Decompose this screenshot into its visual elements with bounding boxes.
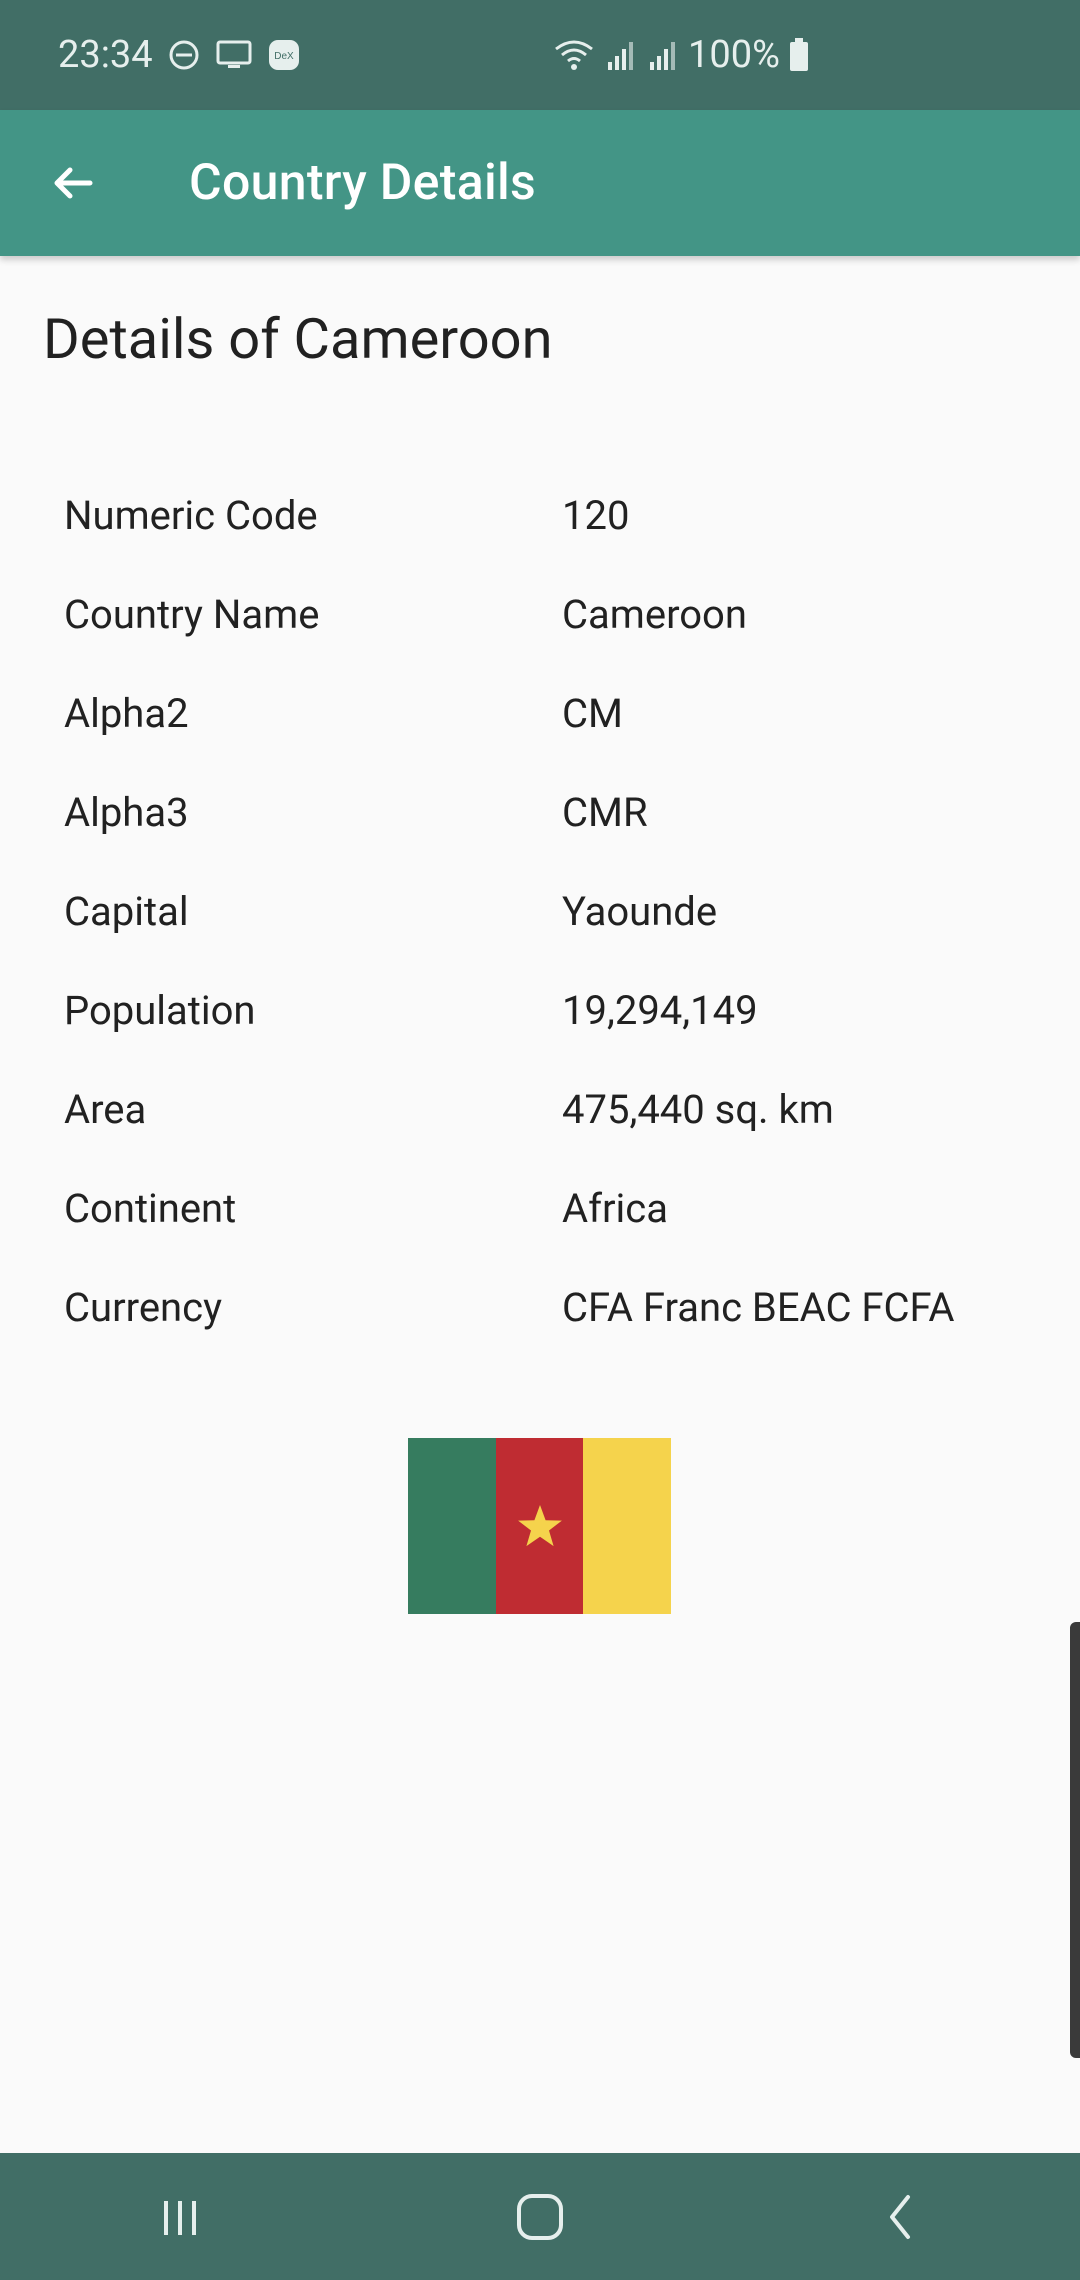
detail-value: CMR [562, 789, 648, 836]
detail-value: 475,440 sq. km [562, 1086, 834, 1133]
detail-row-currency: Currency CFA Franc BEAC FCFA [64, 1258, 1044, 1357]
detail-value: Africa [562, 1185, 668, 1232]
status-bar: 23:34 DeX 100% [0, 0, 1080, 110]
arrow-back-icon [54, 167, 93, 199]
country-flag [408, 1438, 672, 1614]
status-left: 23:34 DeX [58, 0, 301, 110]
detail-label: Capital [64, 888, 189, 935]
detail-value: CFA Franc BEAC FCFA [562, 1284, 955, 1331]
scroll-indicator[interactable] [1070, 1622, 1080, 2058]
details-list: Numeric Code 120 Country Name Cameroon A… [64, 466, 1044, 1357]
page-title: Details of Cameroon [43, 306, 553, 372]
detail-row-numeric-code: Numeric Code 120 [64, 466, 1044, 565]
detail-value: Cameroon [562, 591, 747, 638]
status-right: 100% [552, 0, 810, 110]
star-icon [517, 1505, 562, 1547]
status-time: 23:34 [58, 33, 153, 77]
detail-row-alpha3: Alpha3 CMR [64, 763, 1044, 862]
dex-label: DeX [274, 51, 294, 62]
home-button[interactable] [480, 2167, 600, 2267]
detail-row-country-name: Country Name Cameroon [64, 565, 1044, 664]
flag-stripe-green [408, 1438, 496, 1614]
app-bar: Country Details [0, 110, 1080, 256]
detail-row-area: Area 475,440 sq. km [64, 1060, 1044, 1159]
detail-label: Country Name [64, 591, 320, 638]
recent-apps-button[interactable] [120, 2167, 240, 2267]
recent-apps-icon [164, 2200, 196, 2235]
detail-label: Population [64, 987, 256, 1034]
detail-row-alpha2: Alpha2 CM [64, 664, 1044, 763]
flag-stripe-red [495, 1438, 584, 1614]
detail-label: Alpha3 [64, 789, 189, 836]
screen-cast-icon [215, 38, 253, 72]
detail-label: Area [64, 1086, 147, 1133]
detail-row-continent: Continent Africa [64, 1159, 1044, 1258]
flag-stripe-yellow [583, 1438, 672, 1614]
dex-icon: DeX [267, 38, 301, 72]
battery-percentage: 100% [688, 33, 780, 77]
detail-label: Continent [64, 1185, 237, 1232]
detail-value: 120 [562, 492, 630, 539]
app-title: Country Details [189, 154, 537, 212]
detail-value: 19,294,149 [562, 987, 758, 1034]
detail-label: Numeric Code [64, 492, 318, 539]
navigation-bar [0, 2153, 1080, 2280]
detail-label: Currency [64, 1284, 222, 1331]
detail-label: Alpha2 [64, 690, 189, 737]
detail-value: CM [562, 690, 623, 737]
wifi-icon [552, 37, 596, 73]
back-button[interactable] [30, 140, 116, 226]
back-icon [890, 2194, 910, 2239]
detail-row-population: Population 19,294,149 [64, 961, 1044, 1060]
do-not-disturb-icon [167, 38, 201, 72]
detail-value: Yaounde [562, 888, 718, 935]
signal-icon [646, 38, 680, 72]
detail-row-capital: Capital Yaounde [64, 862, 1044, 961]
content: Details of Cameroon Numeric Code 120 Cou… [0, 256, 1080, 2153]
home-icon [517, 2193, 563, 2240]
signal-icon [604, 38, 638, 72]
battery-icon [788, 37, 810, 73]
system-back-button[interactable] [840, 2167, 960, 2267]
